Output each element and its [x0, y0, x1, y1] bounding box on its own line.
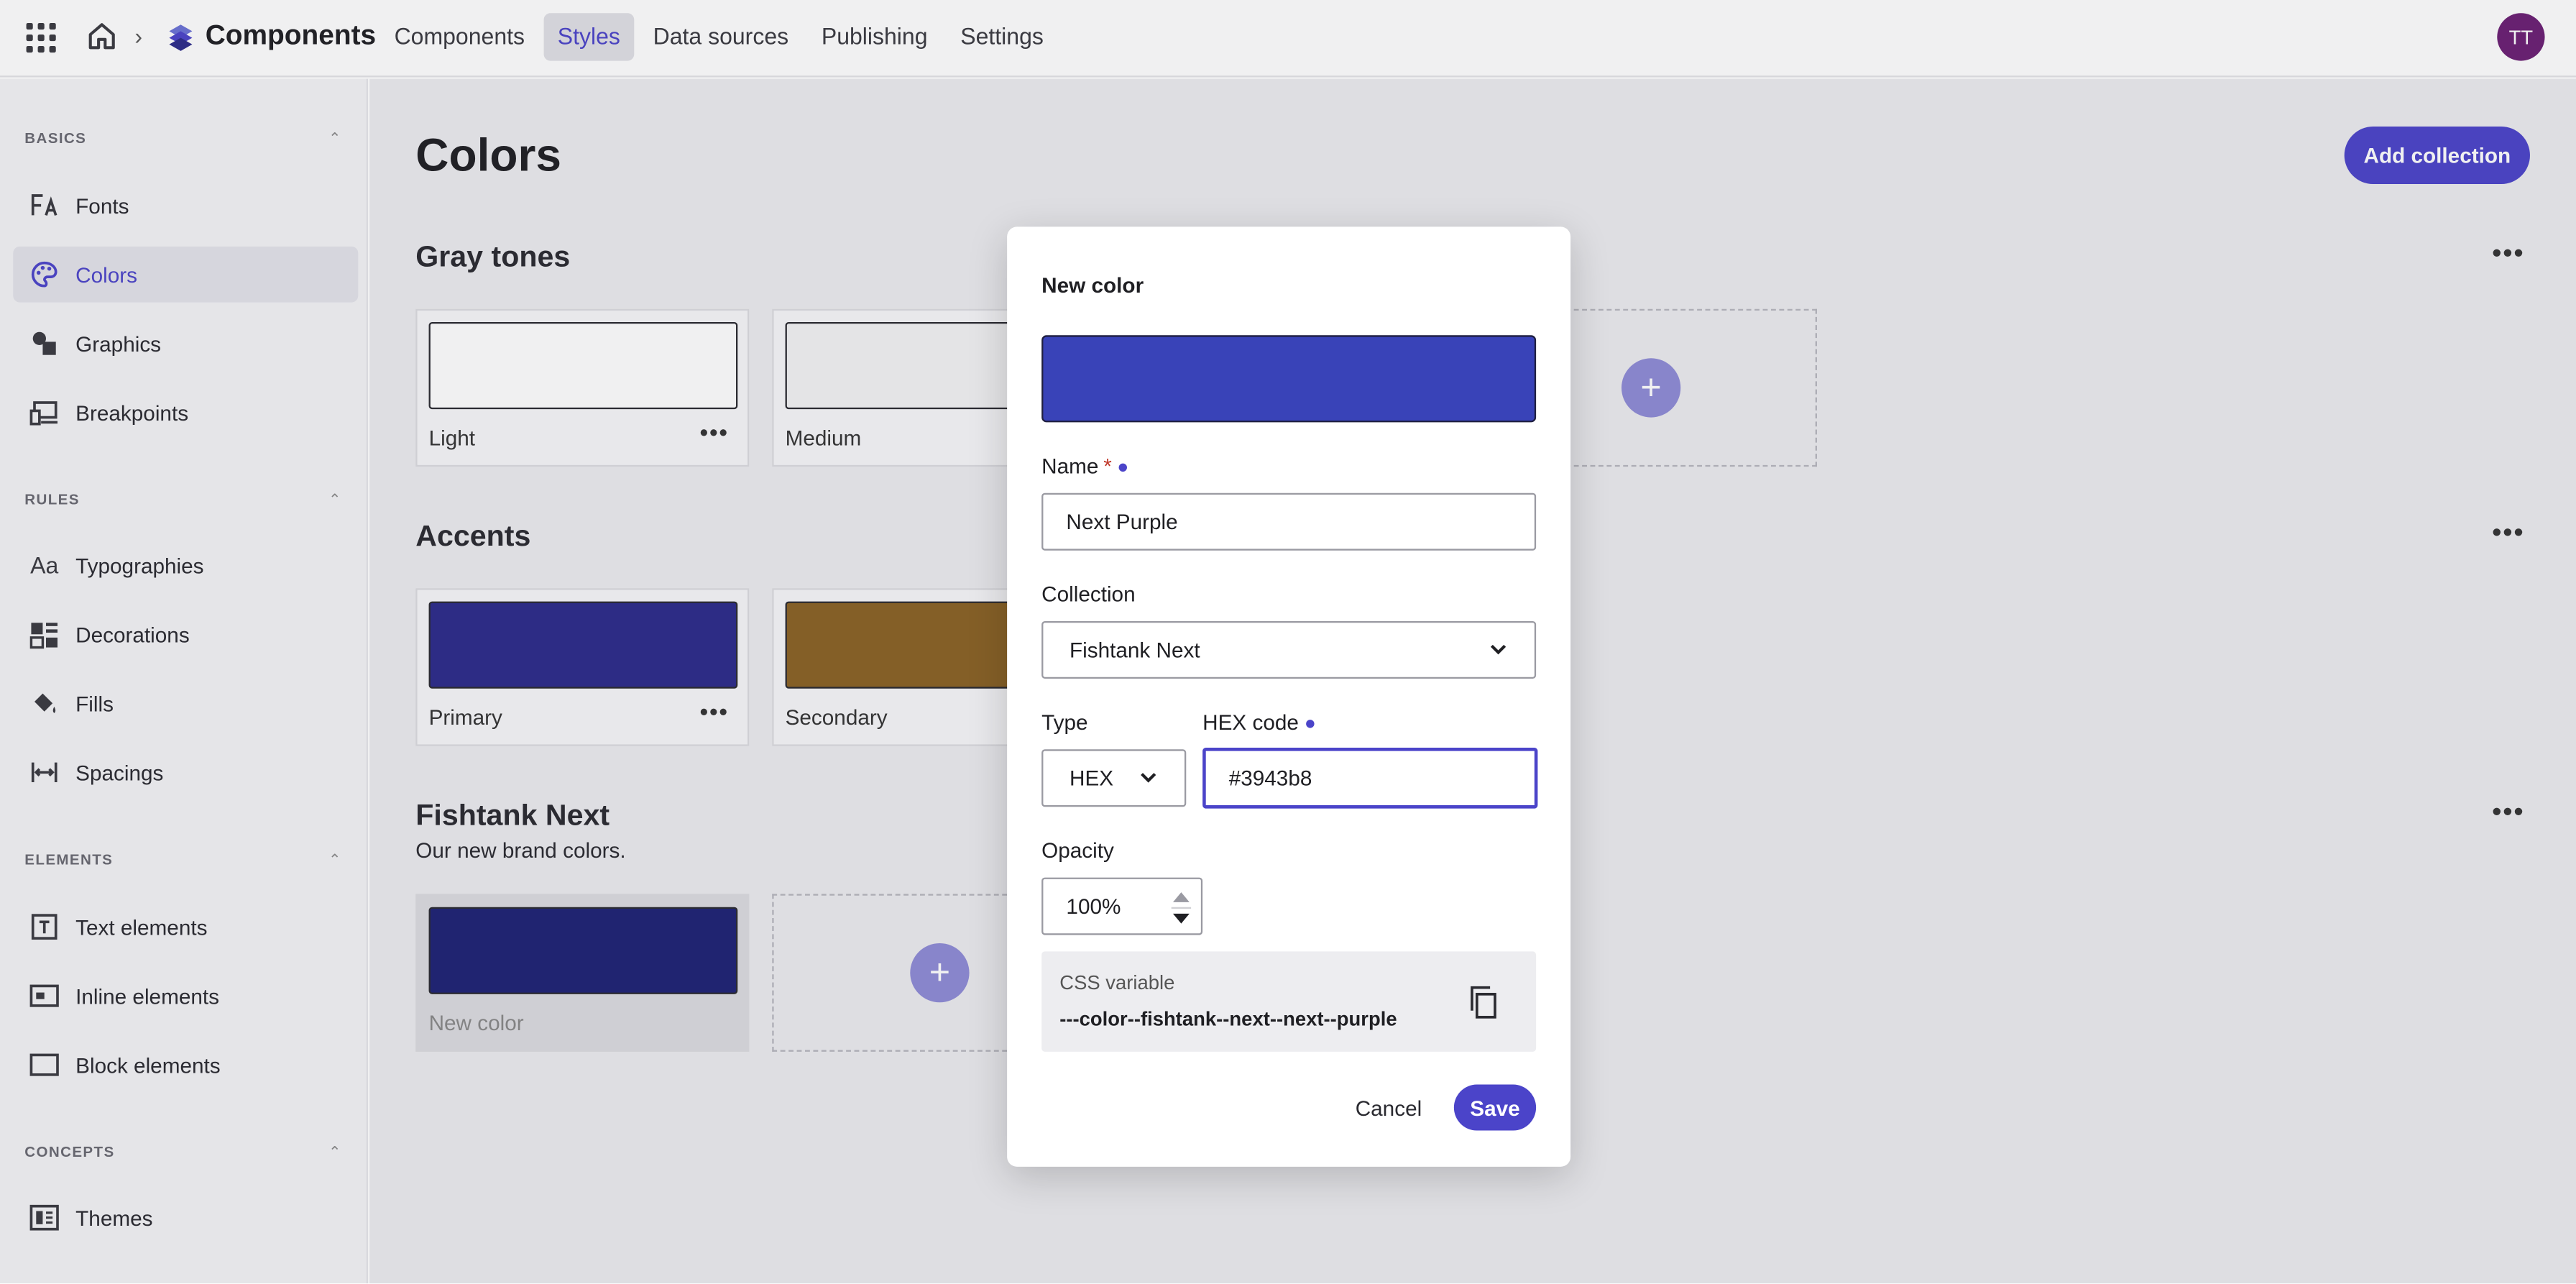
type-select-value: HEX	[1069, 766, 1114, 791]
changed-indicator	[1305, 720, 1314, 728]
copy-icon[interactable]	[1466, 984, 1501, 1020]
save-button[interactable]: Save	[1453, 1084, 1537, 1131]
chevron-down-icon	[1490, 644, 1506, 655]
css-variable-box: CSS variable ---color--fishtank--next--n…	[1041, 951, 1537, 1052]
hex-label-text: HEX code	[1202, 710, 1299, 735]
css-variable-value: ---color--fishtank--next--next--purple	[1059, 1007, 1397, 1031]
collection-select-value: Fishtank Next	[1069, 637, 1200, 663]
type-select[interactable]: HEX	[1041, 749, 1187, 807]
hex-code-field[interactable]: #3943b8	[1202, 747, 1538, 809]
css-variable-label: CSS variable	[1059, 971, 1175, 994]
opacity-value: 100%	[1066, 894, 1121, 919]
dialog-title: New color	[1041, 272, 1144, 298]
opacity-stepper[interactable]: 100%	[1041, 877, 1203, 935]
required-mark: *	[1103, 453, 1112, 479]
type-label: Type	[1041, 710, 1088, 735]
app-root: › Components Components Styles Data sour…	[0, 0, 2576, 1284]
name-field[interactable]: Next Purple	[1041, 492, 1537, 551]
cancel-button[interactable]: Cancel	[1346, 1089, 1432, 1127]
collection-select[interactable]: Fishtank Next	[1041, 620, 1537, 679]
hex-label: HEX code	[1202, 710, 1314, 735]
chevron-down-icon	[1141, 773, 1156, 783]
stepper-arrows-icon[interactable]	[1168, 882, 1195, 933]
color-preview-swatch	[1041, 335, 1537, 423]
name-label: Name *	[1041, 453, 1127, 479]
changed-indicator	[1118, 463, 1127, 472]
opacity-label: Opacity	[1041, 838, 1114, 863]
name-label-text: Name	[1041, 453, 1099, 479]
new-color-dialog: New color Name * Next Purple Collection F…	[1007, 226, 1571, 1167]
collection-label: Collection	[1041, 582, 1136, 607]
